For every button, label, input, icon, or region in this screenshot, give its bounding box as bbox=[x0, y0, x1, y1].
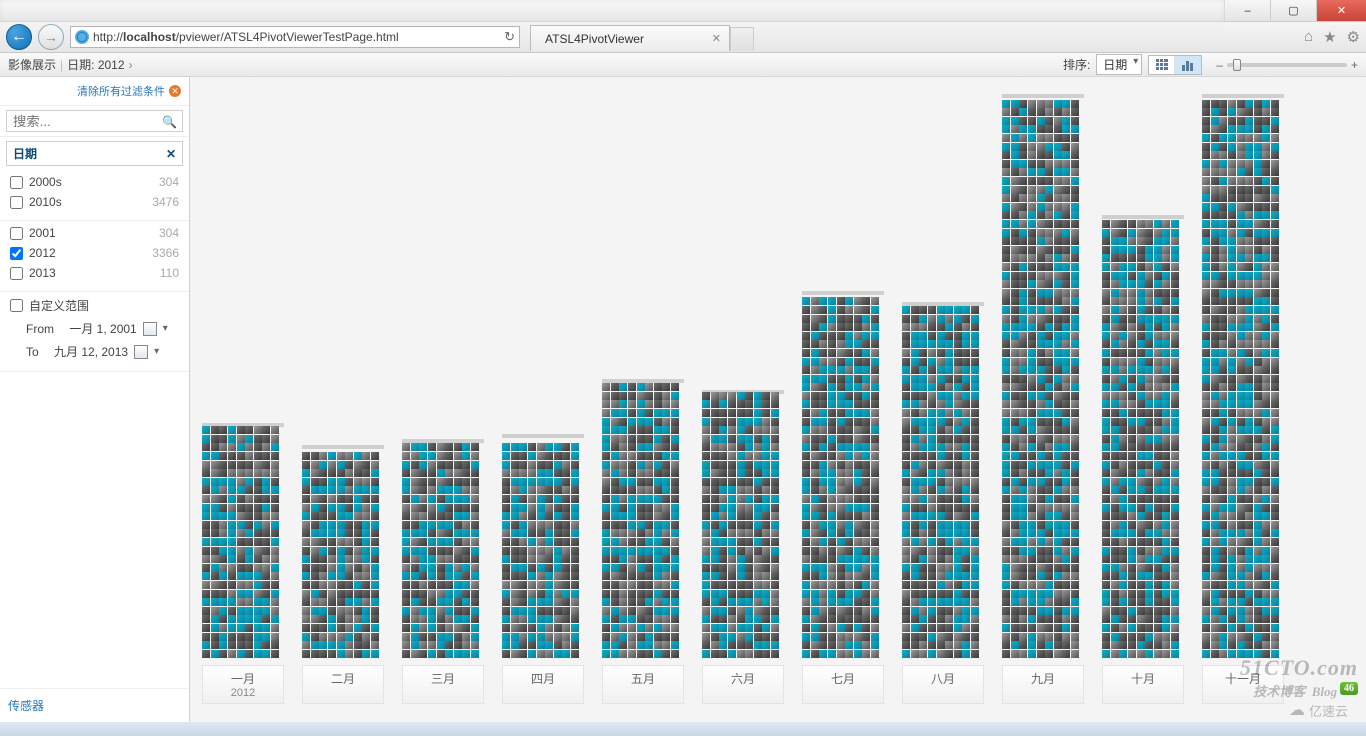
histogram-bar-十月[interactable] bbox=[1102, 215, 1184, 658]
x-axis-label[interactable]: 七月 bbox=[802, 665, 884, 704]
histogram-bar-七月[interactable] bbox=[802, 291, 884, 658]
favorites-icon[interactable]: ★ bbox=[1323, 28, 1336, 46]
facet-header-date[interactable]: 日期 ✕ bbox=[6, 141, 183, 166]
custom-range-toggle[interactable]: 自定义范围 bbox=[8, 294, 181, 317]
facet-item-2000s[interactable]: 2000s304 bbox=[8, 172, 181, 192]
facet-checkbox[interactable] bbox=[10, 176, 23, 189]
histogram-bar-十一月[interactable] bbox=[1202, 94, 1284, 658]
x-axis-label[interactable]: 六月 bbox=[702, 665, 784, 704]
browser-navbar: ← → http://localhost/pviewer/ATSL4PivotV… bbox=[0, 22, 1366, 53]
facet-item-2013[interactable]: 2013110 bbox=[8, 263, 181, 283]
calendar-icon[interactable] bbox=[134, 345, 148, 359]
facet-item-2012[interactable]: 20123366 bbox=[8, 243, 181, 263]
facet-checkbox[interactable] bbox=[10, 196, 23, 209]
x-axis-label[interactable]: 十月 bbox=[1102, 665, 1184, 704]
zoom-in-button[interactable]: + bbox=[1351, 58, 1358, 72]
breadcrumb-bar: 影像展示 | 日期: 2012 › 排序: 日期 – + bbox=[0, 53, 1366, 77]
cloud-icon: ☁ bbox=[1289, 700, 1305, 720]
range-to-row: To 九月 12, 2013 ▾ bbox=[8, 340, 181, 363]
x-axis-label[interactable]: 二月 bbox=[302, 665, 384, 704]
watermark-51cto: 51CTO.com 技术博客 Blog46 bbox=[1240, 655, 1358, 700]
window-titlebar: – ▢ ✕ bbox=[0, 0, 1366, 22]
browser-toolbar-icons: ⌂ ★ ⚙ bbox=[1304, 28, 1360, 46]
x-axis-label[interactable]: 八月 bbox=[902, 665, 984, 704]
window-minimize-button[interactable]: – bbox=[1224, 0, 1270, 21]
histogram-bar-八月[interactable] bbox=[902, 302, 984, 658]
tab-title: ATSL4PivotViewer bbox=[545, 32, 644, 46]
range-from-value: 一月 1, 2001 bbox=[69, 320, 136, 337]
facet-checkbox[interactable] bbox=[10, 227, 23, 240]
filter-search-input[interactable] bbox=[6, 110, 183, 132]
x-axis-label[interactable]: 一月2012 bbox=[202, 665, 284, 704]
zoom-out-button[interactable]: – bbox=[1216, 58, 1223, 72]
tab-close-icon[interactable]: ✕ bbox=[712, 32, 721, 45]
watermark-yisu: ☁亿速云 bbox=[1289, 700, 1348, 720]
facet-item-2010s[interactable]: 2010s3476 bbox=[8, 192, 181, 212]
tab-strip: ATSL4PivotViewer ✕ bbox=[530, 23, 754, 51]
custom-range-group: 自定义范围 From 一月 1, 2001 ▾ To 九月 12, 2013 ▾ bbox=[0, 292, 189, 372]
histogram-bar-四月[interactable] bbox=[502, 434, 584, 658]
histogram-bar-二月[interactable] bbox=[302, 445, 384, 658]
breadcrumb-facet-label: 日期: bbox=[67, 56, 94, 73]
x-axis-label[interactable]: 五月 bbox=[602, 665, 684, 704]
histogram-bar-九月[interactable] bbox=[1002, 94, 1084, 658]
nav-back-button[interactable]: ← bbox=[6, 24, 32, 50]
search-icon[interactable]: 🔍 bbox=[162, 115, 177, 129]
view-histogram-button[interactable] bbox=[1175, 56, 1201, 74]
view-grid-button[interactable] bbox=[1149, 56, 1175, 74]
new-tab-button[interactable] bbox=[730, 27, 754, 51]
window-close-button[interactable]: ✕ bbox=[1316, 0, 1366, 21]
settings-icon[interactable]: ⚙ bbox=[1347, 28, 1360, 46]
histogram-bar-五月[interactable] bbox=[602, 379, 684, 658]
custom-range-checkbox[interactable] bbox=[10, 299, 23, 312]
zoom-control: – + bbox=[1216, 58, 1358, 72]
chevron-right-icon: › bbox=[129, 58, 133, 72]
clear-facet-icon[interactable]: ✕ bbox=[166, 147, 176, 161]
facet-item-2001[interactable]: 2001304 bbox=[8, 223, 181, 243]
range-from-row: From 一月 1, 2001 ▾ bbox=[8, 317, 181, 340]
zoom-thumb[interactable] bbox=[1233, 59, 1241, 71]
window-maximize-button[interactable]: ▢ bbox=[1270, 0, 1316, 21]
nav-forward-button[interactable]: → bbox=[38, 24, 64, 50]
x-axis-label[interactable]: 九月 bbox=[1002, 665, 1084, 704]
titlebar-blur bbox=[0, 0, 1224, 21]
bar-chart-icon bbox=[1182, 59, 1194, 71]
sort-label: 排序: bbox=[1063, 56, 1090, 73]
clear-icon: ✕ bbox=[169, 85, 181, 97]
x-axis-label[interactable]: 三月 bbox=[402, 665, 484, 704]
sort-dropdown[interactable]: 日期 bbox=[1096, 54, 1142, 75]
calendar-icon[interactable] bbox=[143, 322, 157, 336]
breadcrumb-root[interactable]: 影像展示 bbox=[8, 56, 56, 73]
view-mode-group bbox=[1148, 55, 1202, 75]
address-bar[interactable]: http://localhost/pviewer/ATSL4PivotViewe… bbox=[70, 26, 520, 48]
filter-sidebar: 清除所有过滤条件 ✕ 🔍 日期 ✕ 2000s3042010s3476 2001… bbox=[0, 77, 190, 722]
facet-checkbox[interactable] bbox=[10, 247, 23, 260]
histogram-bar-三月[interactable] bbox=[402, 439, 484, 658]
facet-checkbox[interactable] bbox=[10, 267, 23, 280]
address-text: http://localhost/pviewer/ATSL4PivotViewe… bbox=[93, 30, 500, 44]
facet-sensor-link[interactable]: 传感器 bbox=[0, 688, 189, 722]
x-axis-label[interactable]: 四月 bbox=[502, 665, 584, 704]
clear-all-filters[interactable]: 清除所有过滤条件 ✕ bbox=[0, 77, 189, 106]
grid-icon bbox=[1156, 59, 1168, 71]
histogram-bar-六月[interactable] bbox=[702, 390, 784, 658]
range-to-value: 九月 12, 2013 bbox=[54, 343, 128, 360]
home-icon[interactable]: ⌂ bbox=[1304, 28, 1313, 46]
zoom-slider[interactable] bbox=[1227, 63, 1347, 67]
breadcrumb-facet-value[interactable]: 2012 bbox=[98, 58, 125, 72]
ie-icon bbox=[75, 30, 89, 44]
taskbar[interactable] bbox=[0, 722, 1366, 736]
histogram-view[interactable]: 一月2012二月三月四月五月六月七月八月九月十月十一月 51CTO.com 技术… bbox=[190, 77, 1366, 722]
refresh-icon[interactable]: ↻ bbox=[504, 29, 515, 45]
browser-tab[interactable]: ATSL4PivotViewer ✕ bbox=[530, 25, 730, 51]
histogram-bar-一月[interactable] bbox=[202, 423, 284, 658]
